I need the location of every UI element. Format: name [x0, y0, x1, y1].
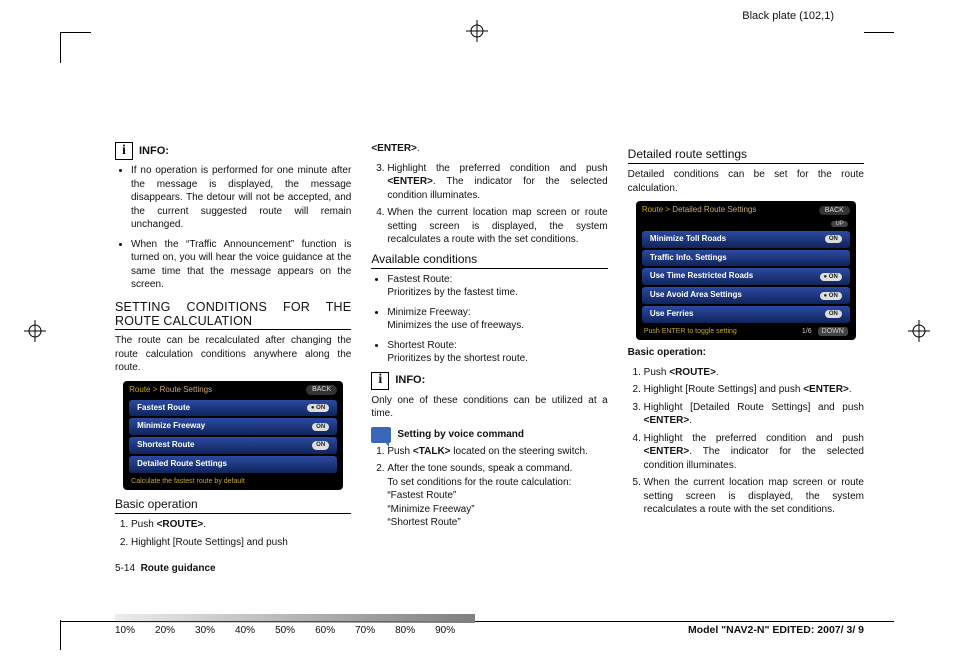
list-item: When the “Traffic Announcement” function…	[131, 238, 351, 292]
list-item: Push <TALK> located on the steering swit…	[387, 445, 607, 459]
column-1: i INFO: If no operation is performed for…	[115, 142, 351, 592]
info-label: INFO:	[395, 373, 425, 388]
nav-screenshot-detailed-settings: Route > Detailed Route Settings BACK UP …	[636, 201, 856, 340]
voice-steps: Push <TALK> located on the steering swit…	[371, 445, 607, 530]
page: Black plate (102,1) i INFO: If no operat…	[0, 0, 954, 660]
registration-mark-icon	[24, 320, 46, 342]
content-columns: i INFO: If no operation is performed for…	[115, 142, 864, 592]
crop-mark-bl	[60, 620, 91, 650]
nav-breadcrumb: Route > Route Settings	[129, 385, 212, 396]
info-text: Only one of these conditions can be util…	[371, 394, 607, 421]
crop-mark-tr	[864, 32, 894, 63]
list-item: Minimize Freeway:Minimizes the use of fr…	[387, 306, 607, 333]
crop-mark-tl	[60, 32, 91, 63]
list-item: Push <ROUTE>.	[131, 518, 351, 532]
model-footer: Model "NAV2-N" EDITED: 2007/ 3/ 9	[688, 624, 864, 636]
section-intro: The route can be recalculated after chan…	[115, 334, 351, 375]
enter-key-line: <ENTER>.	[371, 142, 607, 156]
section-heading: SETTING CONDITIONS FOR THE ROUTE CALCULA…	[115, 300, 351, 331]
nav-setting-row: Traffic Info. Settings	[642, 250, 850, 267]
nav-pager: 1/6	[802, 327, 812, 336]
nav-back-button: BACK	[306, 385, 337, 394]
nav-setting-row: Use Avoid Area Settings● ON	[642, 287, 850, 304]
density-bar: 10%20%30%40%50%60%70%80%90%	[115, 614, 475, 636]
list-item: When the current location map screen or …	[644, 476, 864, 517]
detailed-basic-steps: Push <ROUTE>. Highlight [Route Settings]…	[628, 366, 864, 517]
basic-operation-label: Basic operation:	[628, 346, 864, 360]
column-3: Detailed route settings Detailed conditi…	[628, 142, 864, 592]
list-item: If no operation is performed for one min…	[131, 164, 351, 232]
nav-back-button: BACK	[819, 206, 850, 215]
list-item: Shortest Route:Prioritizes by the shorte…	[387, 339, 607, 366]
nav-setting-row: Use FerriesON	[642, 306, 850, 323]
list-item: Highlight [Detailed Route Settings] and …	[644, 401, 864, 428]
density-labels: 10%20%30%40%50%60%70%80%90%	[115, 625, 475, 636]
voice-command-heading: Setting by voice command	[371, 427, 607, 443]
nav-setting-row: Minimize FreewayON	[129, 418, 337, 435]
list-item: Highlight the preferred condition and pu…	[387, 162, 607, 203]
page-number-block: 5-14 Route guidance	[115, 563, 216, 574]
nav-footer-hint: Calculate the fastest route by default	[131, 477, 245, 486]
registration-mark-icon	[908, 320, 930, 342]
list-item: Highlight the preferred condition and pu…	[644, 432, 864, 473]
info-bullets: If no operation is performed for one min…	[115, 164, 351, 292]
column-2: <ENTER>. Highlight the preferred conditi…	[371, 142, 607, 592]
list-item: Highlight [Route Settings] and push	[131, 536, 351, 550]
available-conditions-list: Fastest Route:Prioritizes by the fastest…	[371, 273, 607, 366]
density-gradient-icon	[115, 614, 475, 623]
nav-setting-row: Fastest Route● ON	[129, 400, 337, 417]
voice-bubble-icon	[371, 427, 391, 443]
available-conditions-head: Available conditions	[371, 251, 607, 269]
info-heading: i INFO:	[115, 142, 351, 160]
list-item: After the tone sounds, speak a command. …	[387, 462, 607, 530]
info-icon: i	[371, 372, 389, 390]
list-item: Highlight [Route Settings] and push <ENT…	[644, 383, 864, 397]
list-item: Push <ROUTE>.	[644, 366, 864, 380]
list-item: Fastest Route:Prioritizes by the fastest…	[387, 273, 607, 300]
nav-down-button: DOWN	[818, 327, 848, 336]
nav-setting-row: Use Time Restricted Roads● ON	[642, 268, 850, 285]
registration-mark-icon	[466, 20, 488, 42]
info-heading: i INFO:	[371, 372, 607, 390]
detailed-route-head: Detailed route settings	[628, 146, 864, 164]
detailed-route-intro: Detailed conditions can be set for the r…	[628, 168, 864, 195]
nav-footer-hint: Push ENTER to toggle setting	[644, 327, 737, 336]
continued-steps: Highlight the preferred condition and pu…	[371, 162, 607, 247]
nav-setting-row: Detailed Route Settings	[129, 456, 337, 473]
nav-setting-row: Minimize Toll RoadsON	[642, 231, 850, 248]
black-plate-label: Black plate (102,1)	[742, 10, 834, 22]
nav-setting-row: Shortest RouteON	[129, 437, 337, 454]
list-item: When the current location map screen or …	[387, 206, 607, 247]
nav-breadcrumb: Route > Detailed Route Settings	[642, 205, 757, 216]
nav-screenshot-route-settings: Route > Route Settings BACK Fastest Rout…	[123, 381, 343, 490]
basic-operation-head: Basic operation	[115, 496, 351, 514]
basic-operation-steps: Push <ROUTE>. Highlight [Route Settings]…	[115, 518, 351, 549]
voice-label: Setting by voice command	[397, 428, 524, 442]
info-label: INFO:	[139, 144, 169, 159]
nav-up-button: UP	[831, 221, 847, 227]
info-icon: i	[115, 142, 133, 160]
